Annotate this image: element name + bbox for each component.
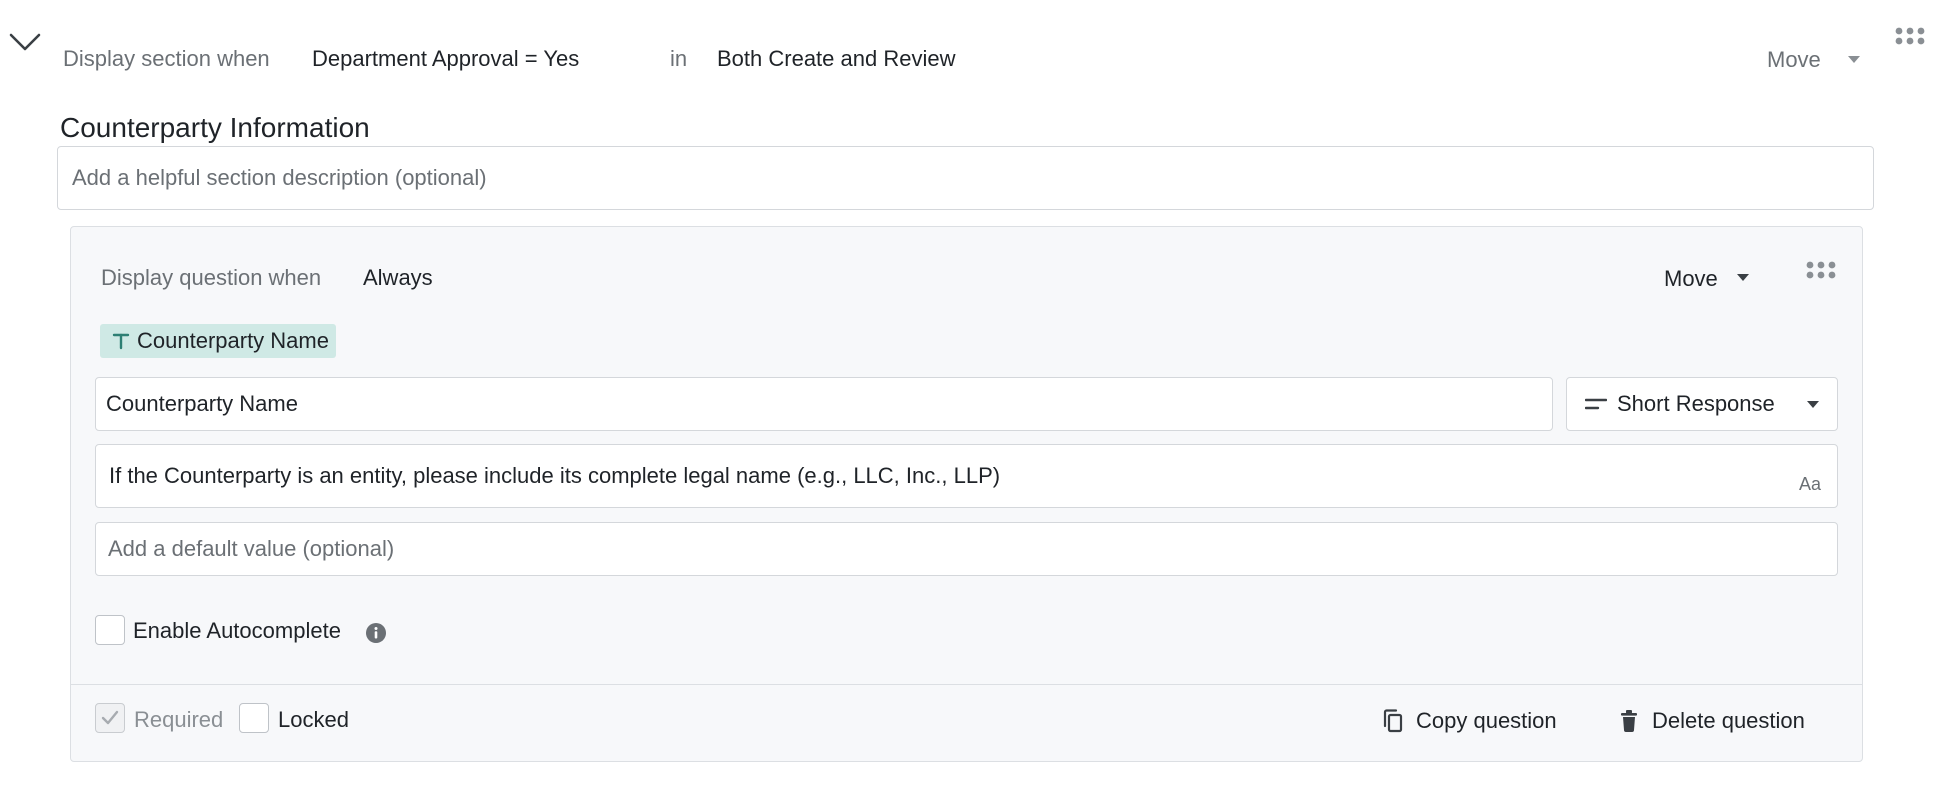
field-tag-chip[interactable]: Counterparty Name — [100, 324, 336, 358]
question-condition-select[interactable]: Always — [363, 265, 433, 291]
required-checkbox[interactable] — [95, 703, 125, 733]
section-display-label: Display section when — [63, 46, 270, 71]
autocomplete-checkbox[interactable] — [95, 615, 125, 645]
locked-checkbox[interactable] — [239, 703, 269, 733]
caret-down-icon[interactable] — [1737, 274, 1749, 281]
question-name-input[interactable]: Counterparty Name — [95, 377, 1553, 431]
question-move-dropdown[interactable]: Move — [1664, 266, 1718, 292]
section-description-input[interactable]: Add a helpful section description (optio… — [57, 146, 1874, 210]
response-type-select[interactable]: Short Response — [1566, 377, 1838, 431]
short-text-icon — [1585, 398, 1607, 410]
copy-icon — [1383, 709, 1403, 733]
chevron-down-icon[interactable] — [8, 30, 42, 54]
copy-question-label: Copy question — [1416, 708, 1557, 733]
help-text-input[interactable]: If the Counterparty is an entity, please… — [95, 444, 1838, 508]
autocomplete-label[interactable]: Enable Autocomplete — [133, 618, 341, 644]
section-scope-select[interactable]: Both Create and Review — [717, 46, 955, 72]
field-tag-label: Counterparty Name — [137, 328, 329, 353]
copy-question-button[interactable]: Copy question — [1382, 708, 1557, 734]
section-title[interactable]: Counterparty Information — [60, 112, 370, 144]
grip-dots-icon[interactable] — [1894, 26, 1926, 46]
response-type-label: Short Response — [1617, 391, 1775, 416]
check-icon — [101, 710, 119, 725]
required-label[interactable]: Required — [134, 707, 223, 733]
section-move-dropdown[interactable]: Move — [1767, 47, 1821, 73]
card-footer-divider — [71, 684, 1862, 685]
question-display-label: Display question when — [101, 265, 322, 290]
grip-dots-icon[interactable] — [1805, 260, 1837, 280]
locked-label[interactable]: Locked — [278, 707, 349, 733]
delete-question-label: Delete question — [1652, 708, 1805, 733]
delete-question-button[interactable]: Delete question — [1618, 708, 1805, 734]
caret-down-icon[interactable] — [1848, 56, 1860, 63]
caret-down-icon — [1807, 400, 1819, 408]
section-condition-select[interactable]: Department Approval = Yes — [312, 46, 579, 72]
info-icon[interactable] — [365, 622, 387, 644]
text-type-icon — [112, 333, 130, 350]
section-in-label: in — [670, 46, 688, 71]
trash-icon — [1621, 710, 1637, 732]
default-value-input[interactable]: Add a default value (optional) — [95, 522, 1838, 576]
text-format-toggle[interactable]: Aa — [1799, 474, 1821, 495]
